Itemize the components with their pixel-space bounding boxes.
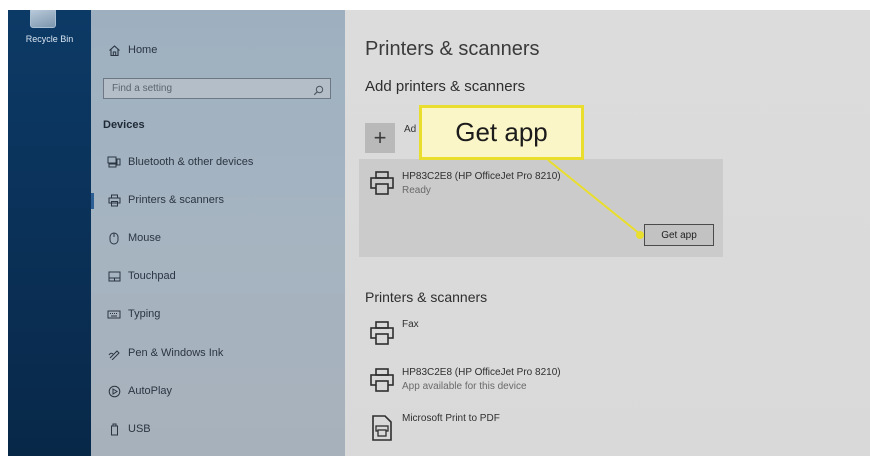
search-icon[interactable] [313, 83, 324, 101]
printer-name: Microsoft Print to PDF [402, 413, 500, 424]
sidebar-item-home[interactable]: Home [91, 35, 345, 65]
add-printer-button[interactable]: + [365, 123, 395, 153]
autoplay-icon [107, 384, 121, 398]
found-printer-name: HP83C2E8 (HP OfficeJet Pro 8210) [402, 171, 561, 182]
sidebar-item-usb[interactable]: USB [91, 414, 345, 444]
sidebar-item-label: Typing [128, 308, 161, 320]
pen-icon [107, 346, 121, 360]
sidebar-item-printers-scanners[interactable]: Printers & scanners [91, 185, 345, 215]
sidebar-item-touchpad[interactable]: Touchpad [91, 261, 345, 291]
pdf-printer-icon [371, 414, 393, 447]
main-content: Printers & scanners Add printers & scann… [345, 10, 870, 456]
printer-list-item-fax[interactable]: Fax [365, 316, 845, 352]
add-printer-label[interactable]: Ad [404, 124, 416, 135]
sidebar-item-pen-windows-ink[interactable]: Pen & Windows Ink [91, 338, 345, 368]
sidebar-item-label: AutoPlay [128, 385, 173, 397]
search-input[interactable] [104, 79, 304, 98]
get-app-button[interactable]: Get app [644, 224, 714, 246]
printer-icon [369, 170, 395, 201]
sidebar-item-typing[interactable]: Typing [91, 299, 345, 329]
touchpad-icon [107, 269, 121, 283]
home-icon [107, 43, 121, 57]
sidebar-item-autoplay[interactable]: AutoPlay [91, 376, 345, 406]
mouse-icon [107, 231, 121, 245]
sidebar-item-label: Bluetooth & other devices [128, 156, 254, 168]
printer-icon [369, 320, 395, 351]
sidebar-item-label: Pen & Windows Ink [128, 347, 224, 359]
printer-name: Fax [402, 319, 419, 330]
desktop-background: Recycle Bin [8, 10, 91, 456]
sidebar-item-label: Touchpad [128, 270, 176, 282]
printer-list-item-hp[interactable]: HP83C2E8 (HP OfficeJet Pro 8210) App ava… [365, 364, 845, 400]
printers-list-heading: Printers & scanners [365, 289, 488, 305]
found-printer-status: Ready [402, 185, 431, 196]
sidebar-item-label: Home [128, 44, 158, 56]
recycle-bin-label: Recycle Bin [25, 34, 74, 44]
keyboard-icon [107, 307, 121, 321]
add-printers-heading: Add printers & scanners [365, 78, 526, 95]
get-app-callout: Get app [419, 105, 584, 160]
bluetooth-devices-icon [107, 155, 121, 169]
usb-icon [107, 422, 121, 436]
found-printer-card[interactable]: HP83C2E8 (HP OfficeJet Pro 8210) Ready G… [359, 159, 723, 257]
printer-icon [107, 193, 121, 207]
printer-status: App available for this device [402, 381, 527, 392]
devices-section-heading: Devices [103, 119, 145, 131]
page-title: Printers & scanners [365, 38, 540, 60]
printer-icon [369, 367, 395, 398]
sidebar-item-label: USB [128, 423, 151, 435]
sidebar-item-bluetooth[interactable]: Bluetooth & other devices [91, 147, 345, 177]
printer-name: HP83C2E8 (HP OfficeJet Pro 8210) [402, 367, 561, 378]
recycle-bin-icon[interactable] [30, 10, 56, 28]
selection-indicator [91, 193, 94, 209]
sidebar-item-mouse[interactable]: Mouse [91, 223, 345, 253]
sidebar-item-label: Printers & scanners [128, 194, 224, 206]
search-field[interactable] [103, 78, 331, 99]
sidebar-item-label: Mouse [128, 232, 162, 244]
printer-list-item-pdf[interactable]: Microsoft Print to PDF [365, 410, 845, 446]
settings-sidebar: Home Devices Bluetooth & other devices P… [91, 10, 345, 456]
screenshot-frame: Recycle Bin Home Devices Bluetooth & oth… [8, 10, 870, 456]
